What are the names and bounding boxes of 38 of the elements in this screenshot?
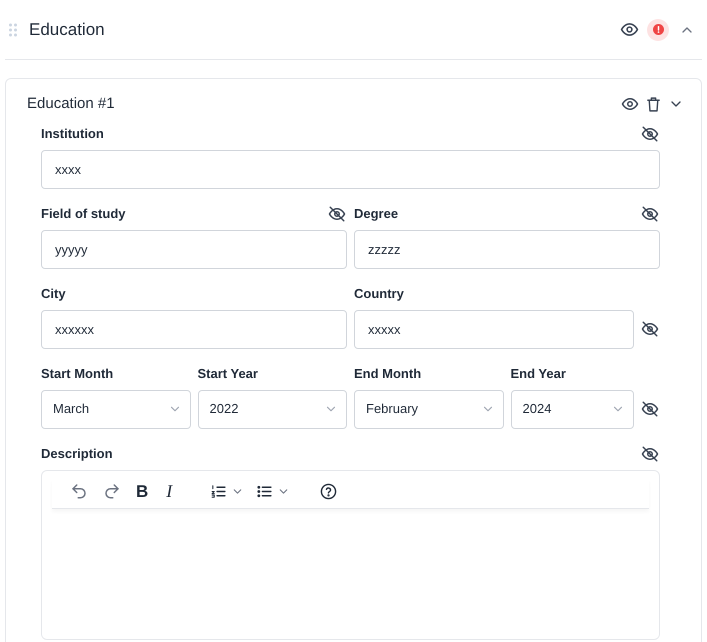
alert-icon (652, 24, 664, 35)
undo-icon[interactable] (70, 482, 88, 500)
field-label: Field of study (41, 204, 126, 223)
input-field[interactable]: yyyyy (41, 230, 347, 268)
input-field[interactable]: xxxx (41, 150, 660, 188)
field-label: End Year (510, 364, 566, 383)
italic-button[interactable]: I (166, 482, 172, 500)
section-title: Education (29, 18, 105, 41)
eye-off-icon[interactable] (641, 320, 659, 338)
field-label: Country (354, 284, 404, 303)
input-field[interactable]: zzzzz (354, 230, 660, 268)
redo-icon[interactable] (103, 482, 121, 500)
drag-handle-icon[interactable] (8, 22, 18, 36)
select-dropdown[interactable]: 2024 (510, 390, 634, 428)
select-dropdown[interactable]: February (354, 390, 504, 428)
field-label: Start Month (41, 364, 114, 383)
field-label: End Month (354, 364, 422, 383)
rich-text-editor[interactable]: B I (41, 470, 660, 640)
bold-button[interactable]: B (136, 482, 148, 500)
field-label: Start Year (198, 364, 258, 383)
field-label: Degree (354, 204, 398, 223)
select-dropdown[interactable]: March (41, 390, 190, 428)
field-label: Institution (41, 124, 104, 143)
eye-off-icon[interactable] (641, 444, 659, 462)
trash-icon[interactable] (645, 96, 662, 113)
help-icon[interactable] (320, 482, 338, 500)
input-field[interactable]: xxxxx (354, 310, 634, 348)
field-label: City (41, 284, 66, 303)
eye-off-icon[interactable] (641, 124, 659, 142)
eye-off-icon[interactable] (641, 204, 659, 222)
numbered-list-icon[interactable] (210, 482, 228, 500)
eye-icon[interactable] (620, 20, 639, 39)
entry-title: Education #1 (27, 94, 115, 114)
select-dropdown[interactable]: 2022 (198, 390, 347, 428)
eye-off-icon[interactable] (641, 400, 659, 418)
field-label: Description (41, 444, 113, 463)
input-field[interactable]: xxxxxx (41, 310, 347, 348)
eye-off-icon[interactable] (328, 204, 346, 222)
